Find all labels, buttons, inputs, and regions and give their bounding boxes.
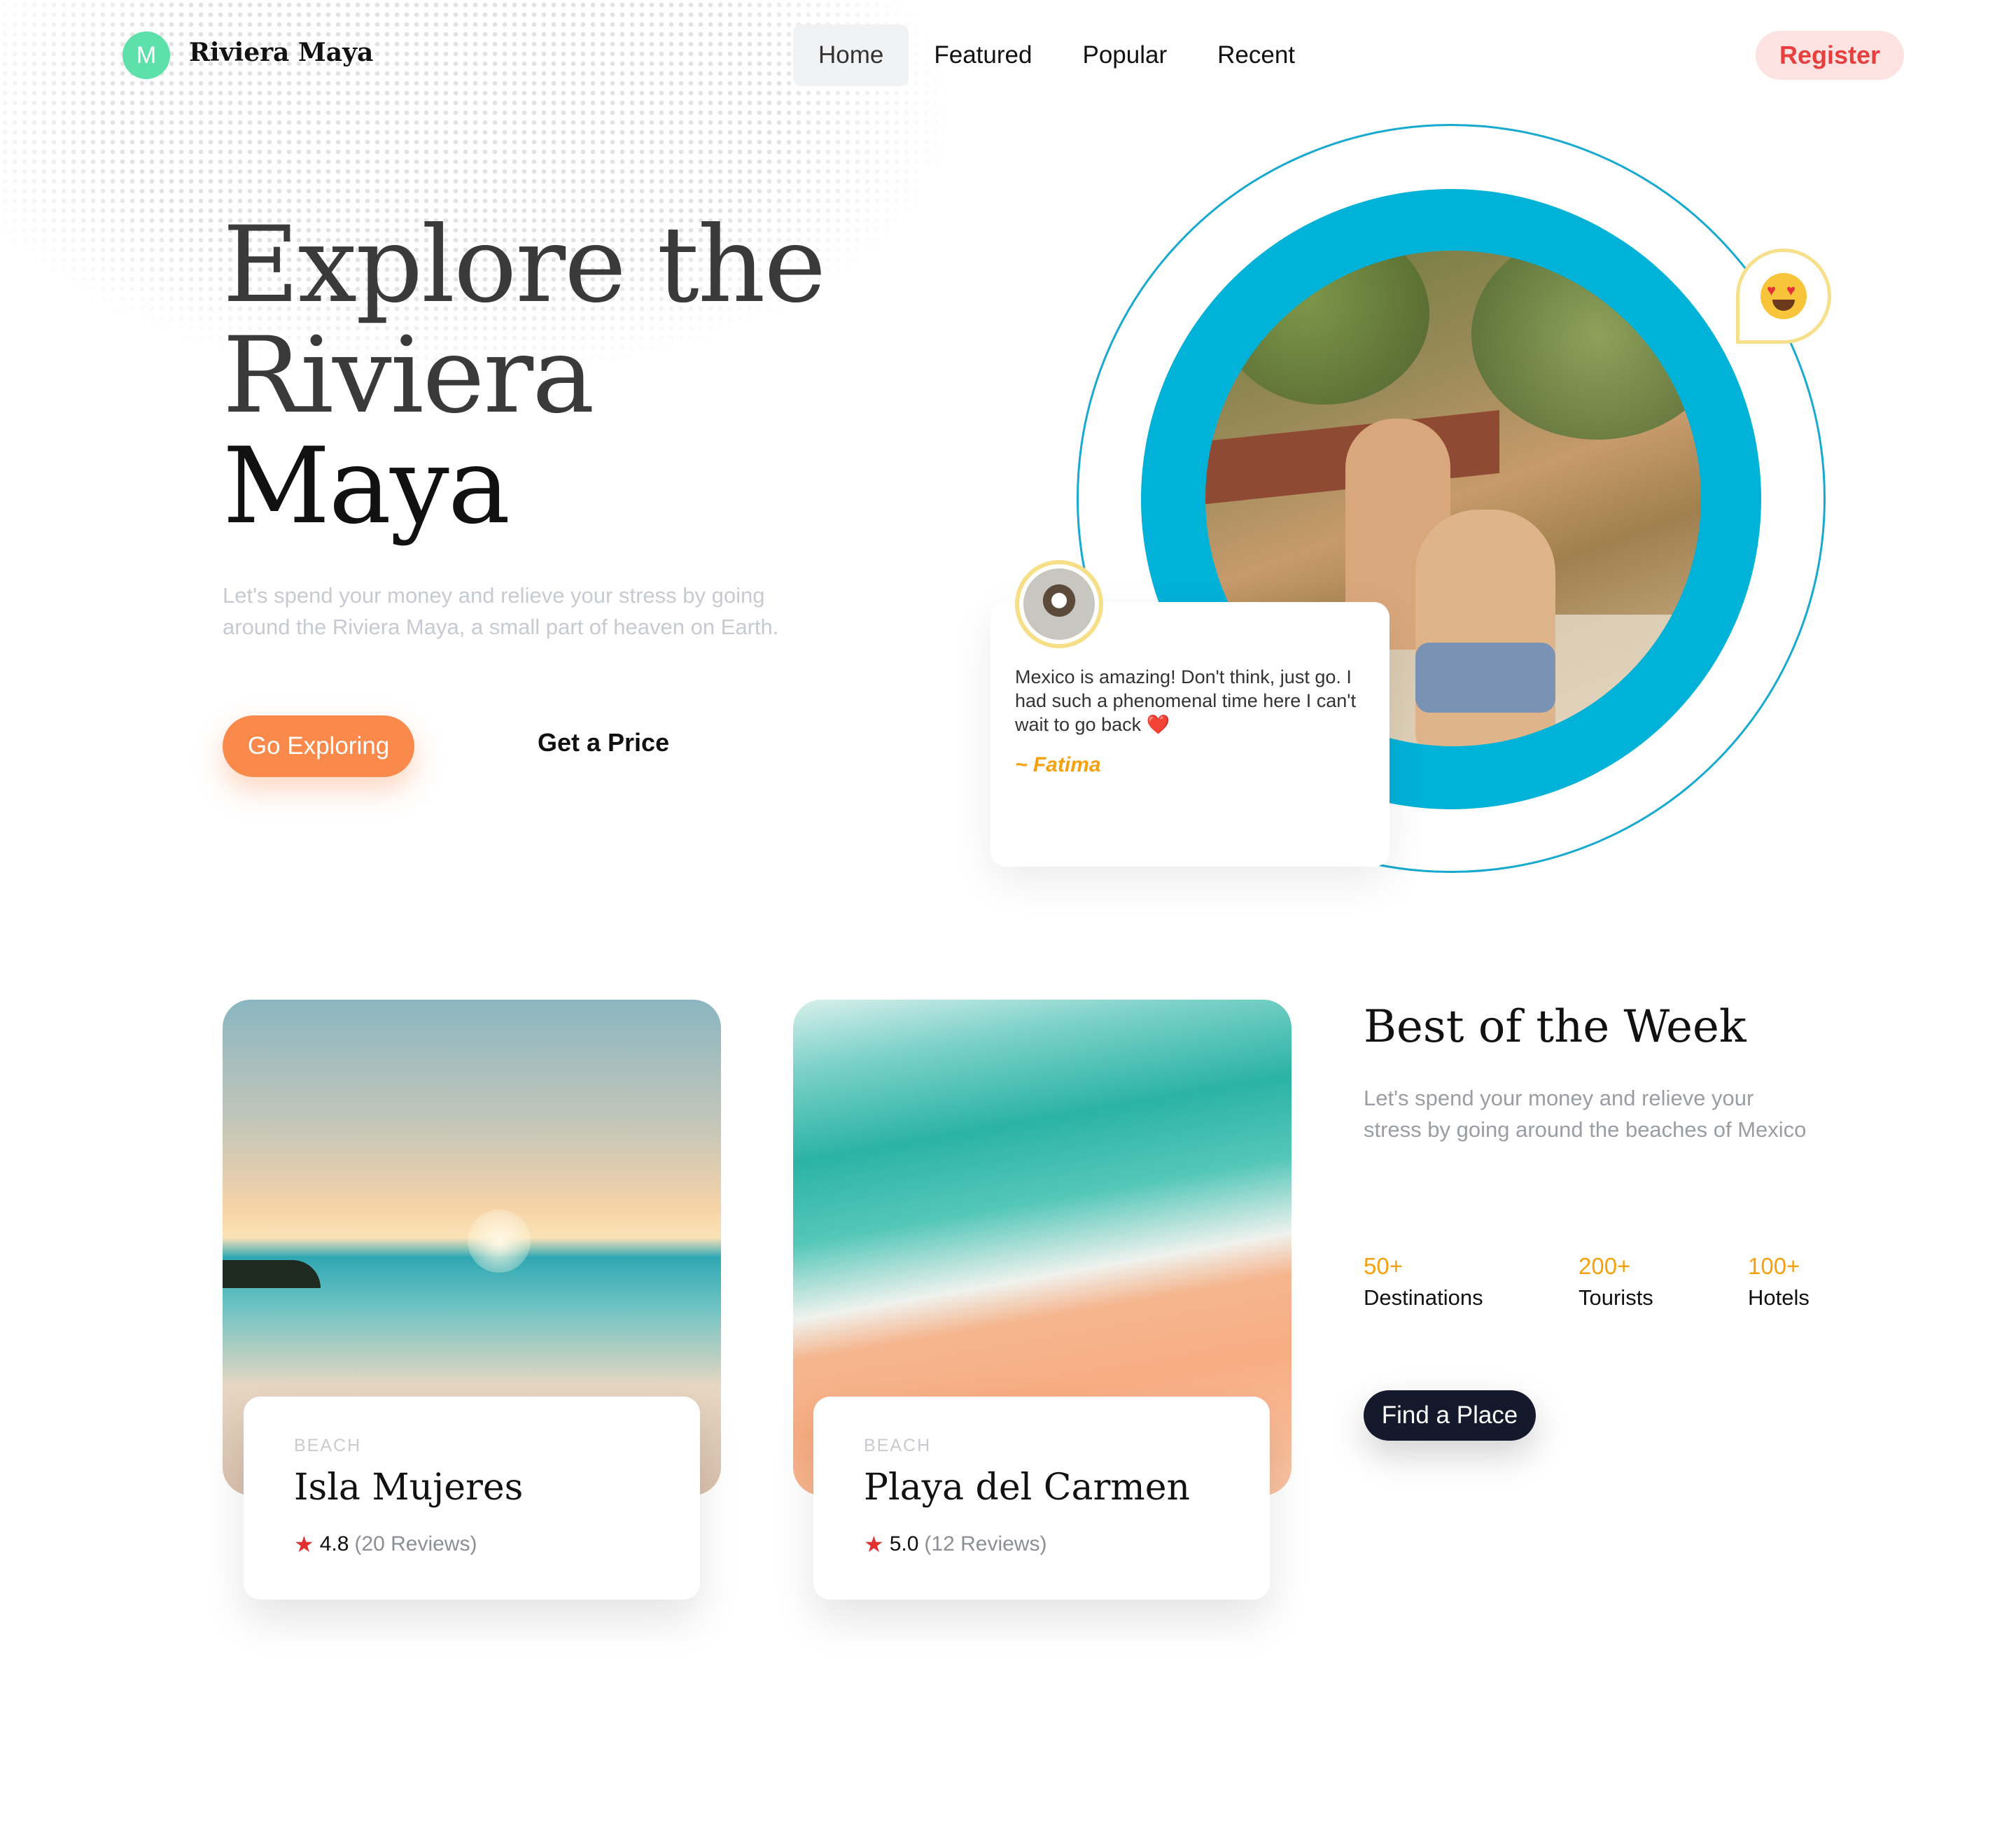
stat-tourists: 200+ Tourists xyxy=(1578,1253,1653,1310)
stat-label: Destinations xyxy=(1364,1285,1483,1310)
card-title: Isla Mujeres xyxy=(294,1467,524,1509)
star-icon: ★ xyxy=(294,1532,314,1557)
stat-label: Tourists xyxy=(1578,1285,1653,1310)
logo-letter: M xyxy=(136,41,157,69)
card-title: Playa del Carmen xyxy=(864,1467,1190,1509)
best-of-week-title: Best of the Week xyxy=(1364,1001,1746,1053)
review-count: (20 Reviews) xyxy=(354,1532,477,1555)
hero-subtitle: Let's spend your money and relieve your … xyxy=(223,583,779,639)
review-count: (12 Reviews) xyxy=(924,1532,1047,1555)
destination-card-1[interactable]: BEACH Isla Mujeres ★ 4.8 (20 Reviews) xyxy=(244,1397,700,1600)
get-a-price-button[interactable]: Get a Price xyxy=(538,728,669,757)
nav-popular[interactable]: Popular xyxy=(1057,25,1192,86)
testimonial-author: ~ Fatima xyxy=(1015,753,1101,776)
stat-label: Hotels xyxy=(1748,1285,1809,1310)
hero-title: Explore the Riviera Maya xyxy=(223,204,826,547)
main-nav: Home Featured Popular Recent xyxy=(793,25,1320,86)
star-icon: ★ xyxy=(864,1532,884,1557)
stat-value: 50+ xyxy=(1364,1253,1403,1279)
nav-featured[interactable]: Featured xyxy=(909,25,1057,86)
hero-title-line-1: Explore the xyxy=(223,204,826,326)
stat-value: 100+ xyxy=(1748,1253,1800,1279)
hero-title-line-3: Maya xyxy=(223,426,510,547)
stat-hotels: 100+ Hotels xyxy=(1748,1253,1809,1310)
avatar xyxy=(1015,560,1103,648)
best-of-week-subtitle: Let's spend your money and relieve your … xyxy=(1364,1086,1807,1142)
nav-recent[interactable]: Recent xyxy=(1192,25,1320,86)
heart-eyes-emoji-icon: ♥ ♥ xyxy=(1736,249,1831,344)
card-rating: ★ 5.0 (12 Reviews) xyxy=(864,1531,1046,1558)
stat-destinations: 50+ Destinations xyxy=(1364,1253,1483,1310)
card-category: BEACH xyxy=(864,1436,932,1455)
stat-value: 200+ xyxy=(1578,1253,1631,1279)
nav-home[interactable]: Home xyxy=(793,25,909,86)
destination-card-2[interactable]: BEACH Playa del Carmen ★ 5.0 (12 Reviews… xyxy=(813,1397,1270,1600)
find-a-place-button[interactable]: Find a Place xyxy=(1364,1390,1536,1441)
register-button[interactable]: Register xyxy=(1756,31,1904,80)
rating-value: 4.8 xyxy=(319,1532,349,1555)
brand-name[interactable]: Riviera Maya xyxy=(189,38,373,67)
testimonial-text: Mexico is amazing! Don't think, just go.… xyxy=(1015,666,1356,735)
go-exploring-button[interactable]: Go Exploring xyxy=(223,715,414,777)
hero-title-line-2: Riviera xyxy=(223,315,595,437)
logo-icon[interactable]: M xyxy=(122,32,170,79)
rating-value: 5.0 xyxy=(889,1532,919,1555)
card-rating: ★ 4.8 (20 Reviews) xyxy=(294,1531,477,1558)
card-category: BEACH xyxy=(294,1436,362,1455)
